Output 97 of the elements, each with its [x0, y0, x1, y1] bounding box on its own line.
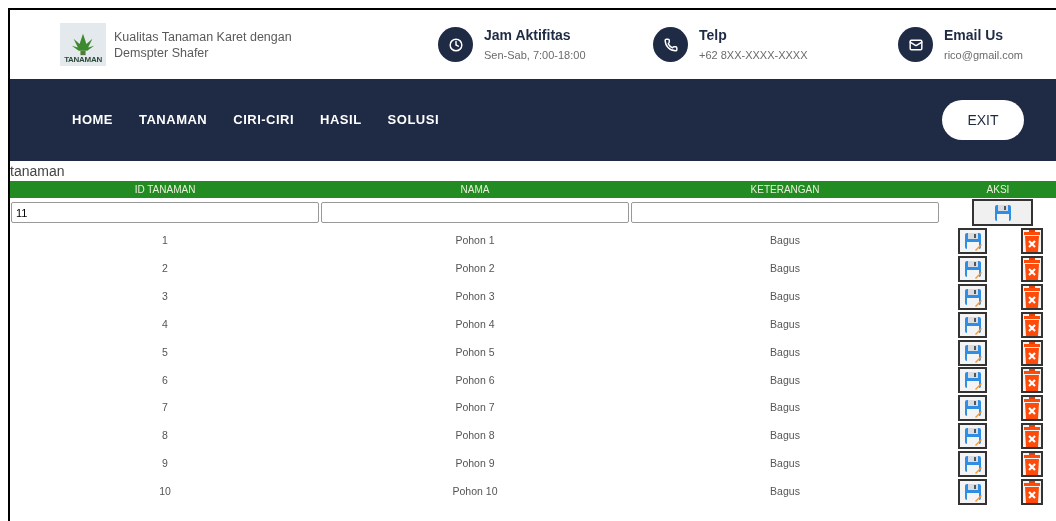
table-cell-text: Pohon 5 — [454, 344, 496, 360]
delete-button[interactable] — [1021, 395, 1043, 422]
floppy-edit-icon — [962, 230, 983, 251]
contact-title: Jam Aktifitas — [484, 25, 572, 44]
nav-link[interactable]: SOLUSI — [387, 110, 439, 130]
nav-link[interactable]: TANAMAN — [139, 110, 208, 130]
table-cell-text: 6 — [161, 372, 169, 388]
column-header: AKSI — [985, 183, 1011, 197]
table-cell-text: Bagus — [769, 456, 801, 472]
save-button[interactable] — [972, 199, 1033, 226]
keterangan-input[interactable] — [631, 202, 939, 223]
table-cell-text: Pohon 10 — [451, 484, 499, 500]
table-cell-text: Pohon 7 — [454, 400, 496, 416]
table-cell-text: 7 — [161, 400, 169, 416]
table-cell-text: Bagus — [769, 288, 801, 304]
table-cell-text: Pohon 6 — [454, 372, 496, 388]
edit-button[interactable] — [958, 423, 987, 450]
floppy-edit-icon — [962, 258, 983, 279]
table-cell-text: Bagus — [769, 400, 801, 416]
contact-title: Email Us — [944, 25, 1005, 44]
nav-link[interactable]: CIRI-CIRI — [233, 110, 295, 130]
floppy-edit-icon — [962, 370, 983, 391]
trash-icon — [1023, 369, 1041, 392]
table-cell-text: Pohon 1 — [454, 233, 496, 249]
column-header: NAMA — [459, 183, 491, 197]
trash-icon — [1023, 341, 1041, 364]
edit-button[interactable] — [958, 255, 987, 282]
edit-button[interactable] — [958, 395, 987, 422]
table-cell-text: 1 — [161, 233, 169, 249]
section-title: tanaman — [10, 162, 66, 181]
table-cell-text: Bagus — [769, 428, 801, 444]
floppy-edit-icon — [962, 286, 983, 307]
edit-button[interactable] — [958, 478, 987, 505]
table-cell-text: 9 — [161, 456, 169, 472]
table-cell-text: Bagus — [769, 484, 801, 500]
trash-icon — [1023, 425, 1041, 448]
trash-icon — [1023, 397, 1041, 420]
contact-title: Telp — [699, 25, 728, 44]
delete-button[interactable] — [1021, 478, 1043, 505]
table-cell-text: Bagus — [769, 372, 801, 388]
delete-button[interactable] — [1021, 283, 1043, 310]
site-title: Kualitas Tanaman Karet dengan Demspter Shafer — [114, 28, 293, 61]
contact-detail: rico@gmail.com — [944, 47, 1023, 63]
table-cell-text: Bagus — [769, 233, 801, 249]
floppy-edit-icon — [962, 398, 983, 419]
trash-icon — [1023, 480, 1041, 503]
delete-button[interactable] — [1021, 311, 1043, 338]
table-cell-text: 2 — [161, 260, 169, 276]
edit-button[interactable] — [958, 451, 987, 478]
edit-button[interactable] — [958, 339, 987, 366]
phone-icon — [663, 37, 678, 52]
edit-button[interactable] — [958, 227, 987, 254]
contact-detail: +62 8XX-XXXX-XXXX — [699, 47, 808, 63]
id-input[interactable]: 11 — [11, 202, 319, 223]
edit-button[interactable] — [958, 283, 987, 310]
contact-detail: Sen-Sab, 7:00-18:00 — [484, 47, 586, 63]
table-cell-text: 3 — [161, 288, 169, 304]
delete-button[interactable] — [1021, 423, 1043, 450]
table-cell-text: Pohon 9 — [454, 456, 496, 472]
exit-button[interactable]: EXIT — [942, 100, 1024, 140]
table-cell-text: Pohon 3 — [454, 288, 496, 304]
table-cell-text: Bagus — [769, 344, 801, 360]
nav-link[interactable]: HOME — [72, 110, 113, 130]
logo-text: TANAMAN — [64, 56, 102, 64]
edit-button[interactable] — [958, 311, 987, 338]
delete-button[interactable] — [1021, 451, 1043, 478]
table-cell-text: Pohon 2 — [454, 260, 496, 276]
delete-button[interactable] — [1021, 367, 1043, 394]
nav-link[interactable]: HASIL — [320, 110, 362, 130]
table-cell-text: Pohon 4 — [454, 316, 496, 332]
table-cell-text: 4 — [161, 316, 169, 332]
plant-icon — [70, 32, 96, 56]
edit-button[interactable] — [958, 367, 987, 394]
trash-icon — [1023, 453, 1041, 476]
column-header: KETERANGAN — [749, 183, 821, 197]
table-cell-text: 5 — [161, 344, 169, 360]
table-cell-text: Bagus — [769, 260, 801, 276]
floppy-edit-icon — [962, 314, 983, 335]
trash-icon — [1023, 257, 1041, 280]
nama-input[interactable] — [321, 202, 629, 223]
mail-icon — [908, 37, 923, 52]
table-cell-text: Bagus — [769, 316, 801, 332]
column-header: ID TANAMAN — [133, 183, 197, 197]
floppy-edit-icon — [962, 342, 983, 363]
floppy-edit-icon — [962, 481, 983, 502]
trash-icon — [1023, 229, 1041, 252]
clock-icon — [448, 37, 463, 52]
table-cell-text: 10 — [158, 484, 172, 500]
floppy-edit-icon — [962, 454, 983, 475]
delete-button[interactable] — [1021, 339, 1043, 366]
delete-button[interactable] — [1021, 227, 1043, 254]
delete-button[interactable] — [1021, 255, 1043, 282]
floppy-edit-icon — [962, 426, 983, 447]
trash-icon — [1023, 313, 1041, 336]
trash-icon — [1023, 285, 1041, 308]
table-cell-text: 8 — [161, 428, 169, 444]
table-cell-text: Pohon 8 — [454, 428, 496, 444]
